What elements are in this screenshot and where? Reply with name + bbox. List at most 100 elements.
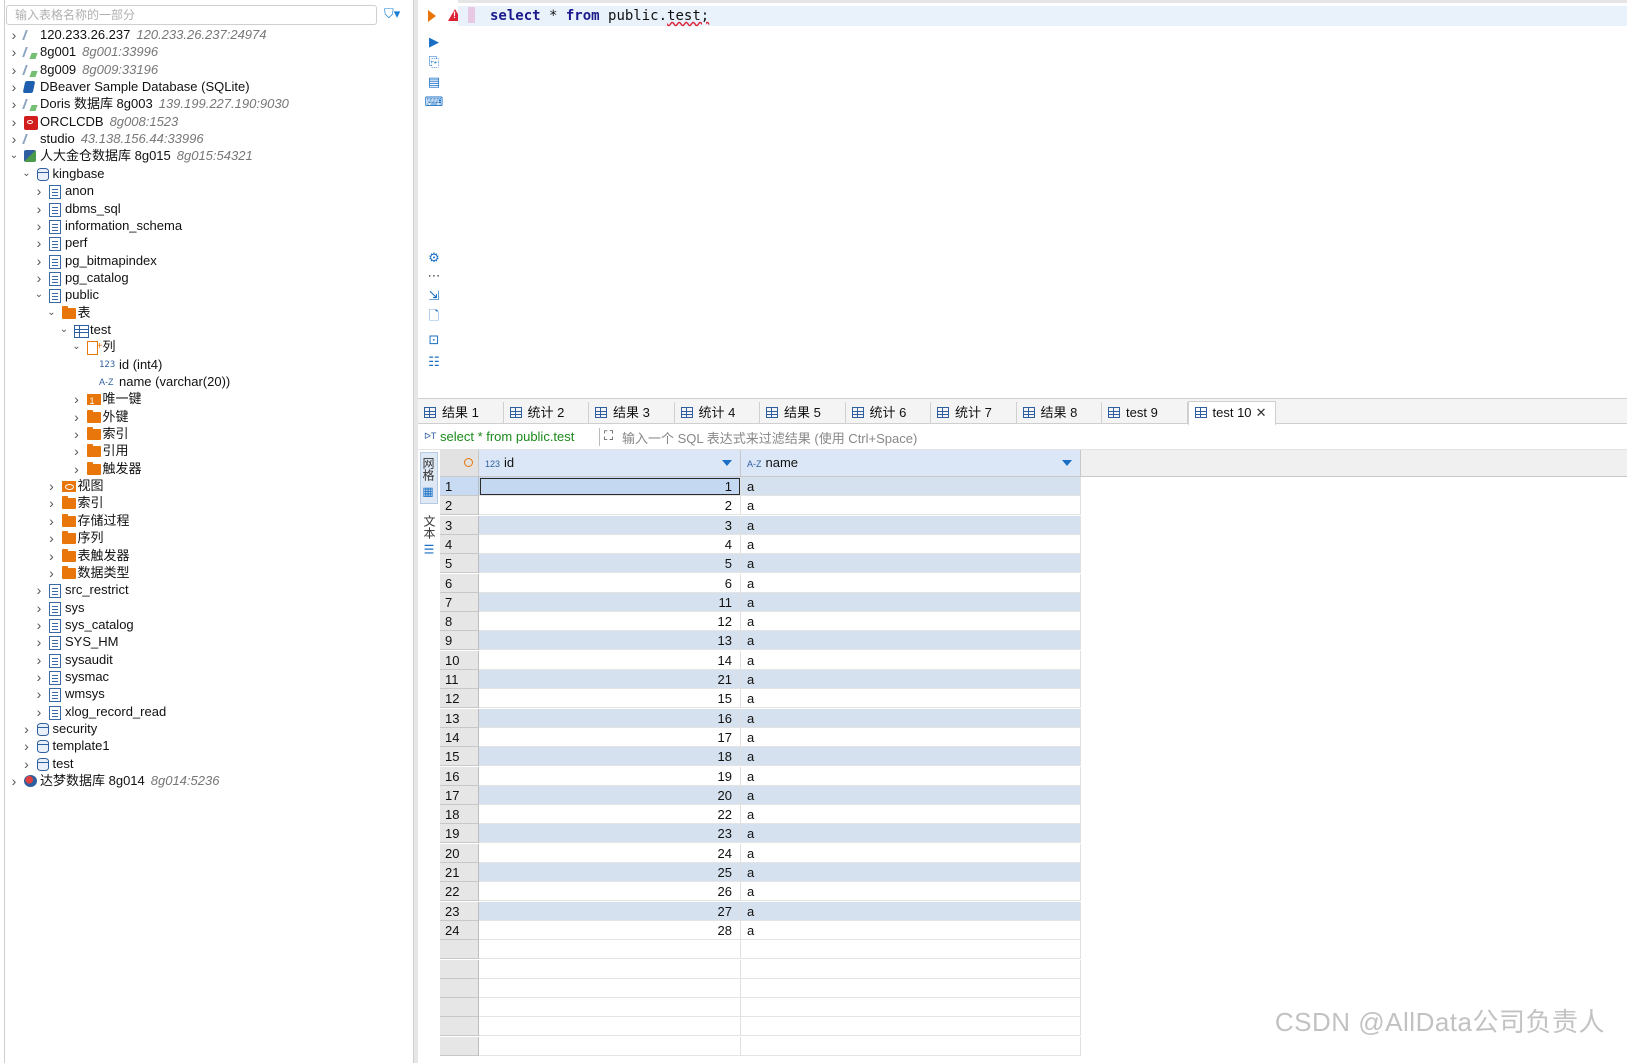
cell-id[interactable]: 18 [479,747,741,767]
tree-node[interactable]: › sys [6,599,412,617]
format-icon[interactable]: ⊡ [426,332,442,348]
tree-node[interactable]: 123 id (int4) [6,356,412,374]
table-row[interactable]: 33a [440,515,1627,535]
tree-node[interactable]: › sysmac [6,668,412,686]
cell-id[interactable]: 28 [479,920,741,940]
table-row[interactable]: 9 13 a [440,631,1627,651]
expand-chevron-icon[interactable]: › [71,425,83,443]
cell-name[interactable]: a [741,708,1081,728]
row-number[interactable]: 9 [440,631,479,651]
cell-id[interactable]: 16 [479,708,741,728]
more-dots-icon[interactable]: ⋯ [426,268,442,284]
cell-id[interactable]: 5 [479,554,741,574]
collapse-chevron-icon[interactable]: ⌄ [58,321,70,339]
table-row[interactable]: 55a [440,554,1627,574]
cell-name[interactable]: a [741,901,1081,921]
tree-node[interactable]: › anon [6,182,412,200]
cell-id[interactable]: 26 [479,882,741,902]
tree-node[interactable]: › src_restrict [6,581,412,599]
expand-chevron-icon[interactable]: › [71,460,83,478]
expand-chevron-icon[interactable]: › [46,477,58,495]
sort-dropdown-icon[interactable] [1062,460,1072,466]
expand-chevron-icon[interactable]: › [8,130,20,148]
row-number[interactable]: 19 [440,824,479,844]
row-number[interactable]: 23 [440,901,479,921]
cell-id[interactable]: 14 [479,650,741,670]
cell-name[interactable]: a [741,554,1081,574]
result-tab[interactable]: 结果 3 [589,402,675,424]
tree-node[interactable]: › 外键 [6,408,412,426]
expand-chevron-icon[interactable]: › [33,581,45,599]
tree-node[interactable]: › 8g009 8g009:33196 [6,61,412,79]
table-row[interactable]: 7 11 a [440,592,1627,612]
tree-node[interactable]: › template1 [6,737,412,755]
expand-chevron-icon[interactable]: › [33,616,45,634]
expand-chevron-icon[interactable]: › [46,529,58,547]
text-view-tab[interactable]: 文本 ☰ [420,512,438,560]
cell-name[interactable]: a [741,496,1081,516]
cell-name[interactable]: a [741,785,1081,805]
expand-chevron-icon[interactable]: › [33,599,45,617]
filter-settings-icon[interactable]: ⛉▾ [384,6,410,24]
table-row[interactable]: 21 25 a [440,863,1627,882]
table-row[interactable]: 17 20 a [440,785,1627,805]
expand-chevron-icon[interactable]: › [21,720,33,738]
collapse-chevron-icon[interactable]: ⌄ [33,286,45,304]
settings-gear-icon[interactable]: ⚙ [426,250,442,266]
tree-node[interactable]: › 索引 [6,494,412,512]
cell-id[interactable]: 12 [479,612,741,632]
console-icon[interactable]: ⌨ [425,94,444,110]
table-row[interactable]: 22 26 a [440,882,1627,902]
tree-node[interactable]: › 视图 [6,477,412,495]
table-row[interactable]: 44a [440,534,1627,554]
expand-chevron-icon[interactable]: › [8,61,20,79]
result-tab[interactable]: 统计 2 [504,402,589,424]
cell-id[interactable]: 3 [479,515,741,535]
row-number[interactable]: 16 [440,766,479,786]
tree-node[interactable]: › 序列 [6,529,412,547]
table-row[interactable]: 66a [440,573,1627,593]
expand-chevron-icon[interactable]: › [33,252,45,270]
table-row[interactable]: 11 21 a [440,670,1627,689]
row-number[interactable]: 6 [440,573,479,593]
cell-name[interactable]: a [741,727,1081,747]
expand-chevron-icon[interactable]: › [33,668,45,686]
cell-name[interactable]: a [741,843,1081,863]
expand-chevron-icon[interactable]: › [33,234,45,252]
cell-name[interactable]: a [741,477,1081,496]
row-number[interactable]: 12 [440,689,479,709]
expand-chevron-icon[interactable]: › [33,633,45,651]
tree-node[interactable]: › 引用 [6,442,412,460]
collapse-chevron-icon[interactable]: ⌄ [21,165,33,183]
table-row[interactable]: 11a [440,477,1627,496]
tree-node[interactable]: › 数据类型 [6,564,412,582]
result-tab[interactable]: test 9 [1102,402,1188,424]
row-number[interactable]: 20 [440,843,479,863]
result-tab[interactable]: test 10 ✕ [1187,401,1276,426]
row-number[interactable]: 7 [440,592,479,612]
cell-name[interactable]: a [741,747,1081,767]
tree-node[interactable]: › information_schema [6,217,412,235]
grid-view-tab[interactable]: 网格 ▦ [420,452,438,504]
expand-chevron-icon[interactable]: › [33,651,45,669]
tree-node[interactable]: › perf [6,234,412,252]
table-row[interactable]: 23 27 a [440,901,1627,921]
expand-chevron-icon[interactable]: › [46,512,58,530]
cell-name[interactable]: a [741,670,1081,689]
table-row[interactable]: 22a [440,496,1627,516]
row-number[interactable]: 24 [440,920,479,940]
result-tab[interactable]: 统计 6 [846,402,931,424]
execute-in-new-tab-icon[interactable]: ⎘ [426,54,442,70]
expand-chevron-icon[interactable]: › [33,182,45,200]
cell-id[interactable]: 1 [479,477,741,496]
sort-dropdown-icon[interactable] [722,460,732,466]
tree-node[interactable]: › 120.233.26.237 120.233.26.237:24974 [6,26,412,44]
expand-chevron-icon[interactable]: › [21,737,33,755]
table-row[interactable]: 24 28 a [440,920,1627,940]
cell-id[interactable]: 11 [479,592,741,612]
cell-id[interactable]: 25 [479,863,741,882]
tree-node[interactable]: › xlog_record_read [6,703,412,721]
tree-node[interactable]: › 触发器 [6,460,412,478]
row-number[interactable]: 17 [440,785,479,805]
table-row[interactable]: 10 14 a [440,650,1627,670]
